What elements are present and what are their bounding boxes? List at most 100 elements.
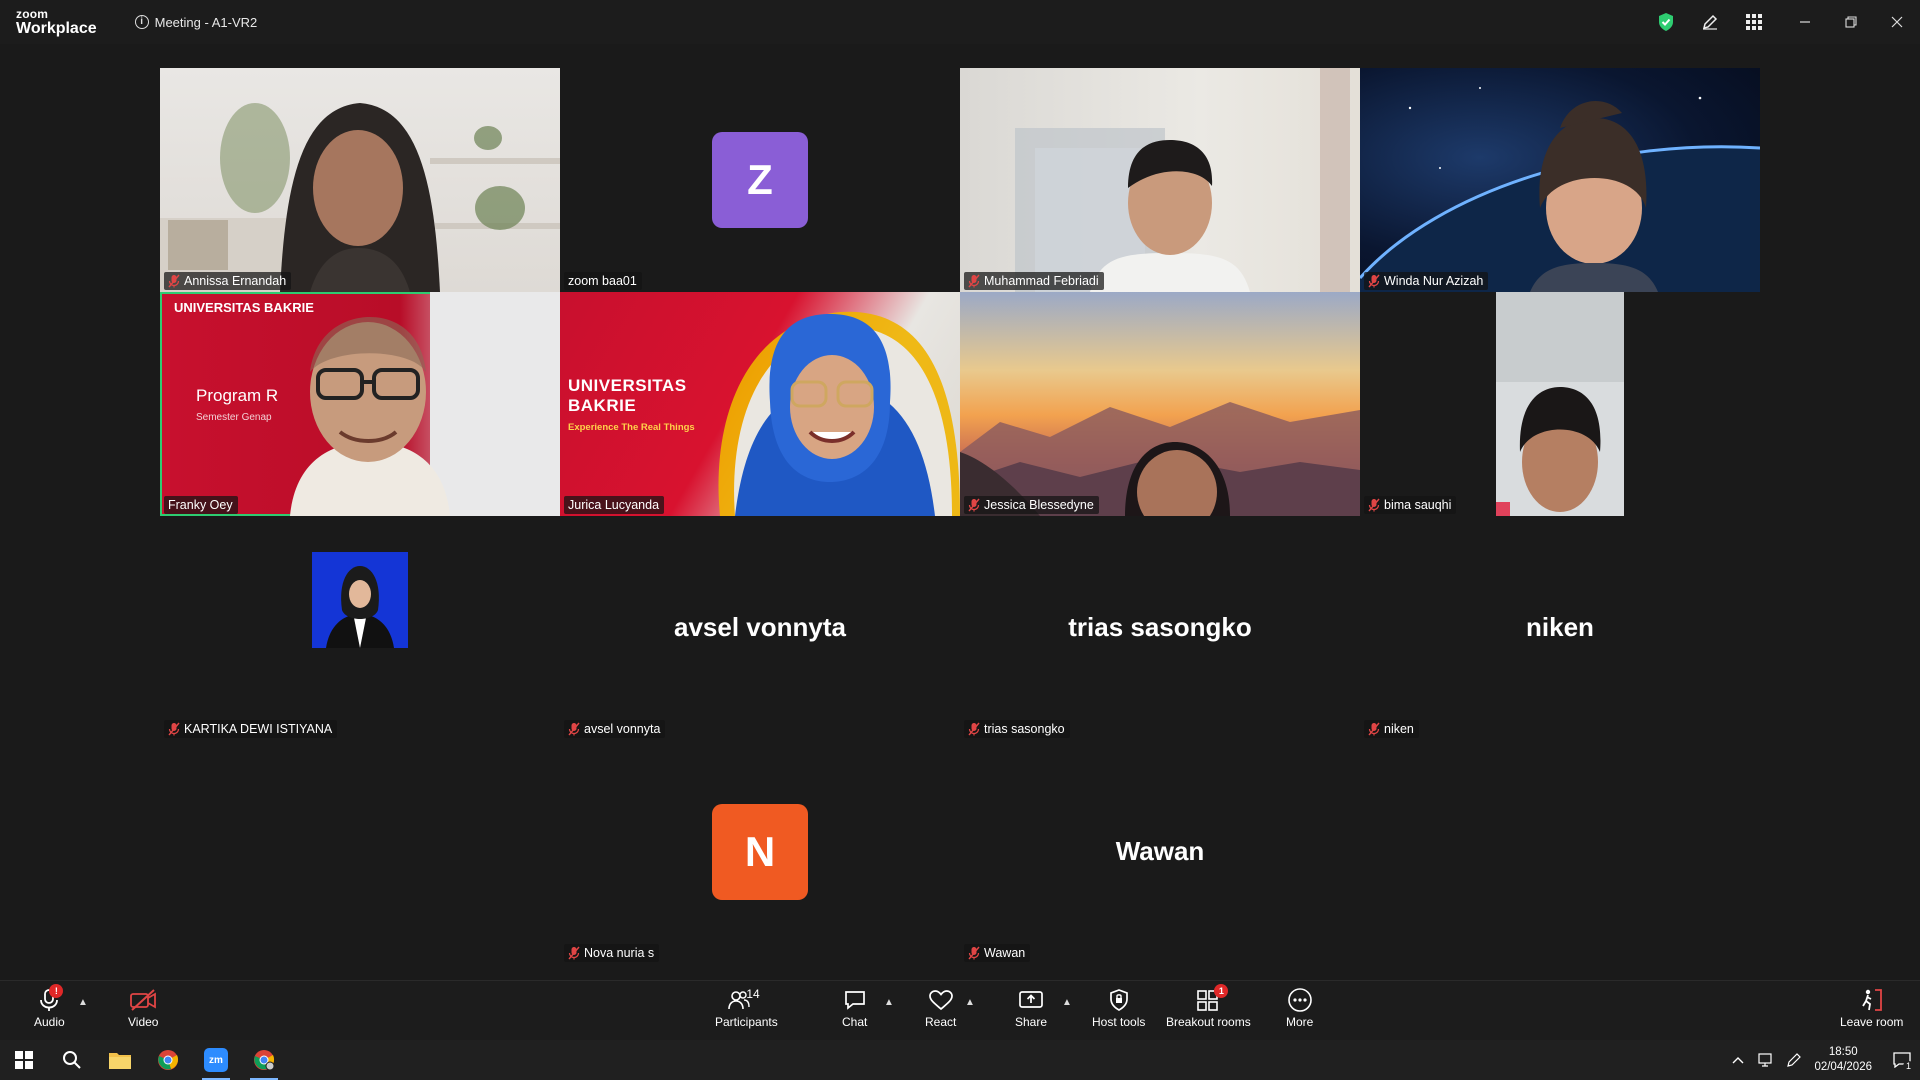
participant-name: zoom baa01 [568, 274, 637, 288]
participant-tile-muhammad[interactable]: Muhammad Febriadi [960, 68, 1360, 292]
logo-line1: zoom [16, 6, 49, 21]
participant-display-name: trias sasongko [1068, 612, 1252, 642]
mic-muted-icon [968, 722, 980, 736]
react-button[interactable]: React [925, 987, 956, 1029]
zoom-logo: zoom Workplace [16, 8, 97, 37]
taskbar-clock[interactable]: 18:50 02/04/2026 [1814, 1045, 1872, 1075]
audio-warning-badge: ! [49, 984, 64, 998]
participant-tile-wawan[interactable]: Wawan Wawan [960, 740, 1360, 964]
clock-date: 02/04/2026 [1814, 1061, 1872, 1073]
audio-label: Audio [34, 1015, 65, 1029]
restore-button[interactable] [1828, 0, 1874, 44]
participant-name-tag: Winda Nur Azizah [1364, 272, 1489, 290]
shield-icon [1108, 987, 1130, 1013]
host-tools-label: Host tools [1092, 1015, 1146, 1029]
apps-grid-icon[interactable] [1732, 0, 1776, 44]
host-tools-button[interactable]: Host tools [1092, 987, 1145, 1029]
participant-tile-franky[interactable]: UNIVERSITAS BAKRIE Program R Semester Ge… [160, 292, 560, 516]
windows-start-button[interactable] [0, 1040, 48, 1080]
mic-muted-icon [1368, 722, 1380, 736]
chat-icon [843, 987, 867, 1013]
file-explorer-icon[interactable] [96, 1040, 144, 1080]
title-bar: zoom Workplace i Meeting - A1-VR2 [0, 0, 1920, 44]
participant-name-tag: KARTIKA DEWI ISTIYANA [164, 720, 338, 738]
video-feed [960, 402, 1360, 516]
annotate-pencil-icon[interactable] [1688, 0, 1732, 44]
participant-name: bima sauqhi [1384, 498, 1452, 512]
participant-tile-avsel[interactable]: avsel vonnyta avsel vonnyta [560, 516, 960, 740]
meeting-info-button[interactable]: i Meeting - A1-VR2 [134, 14, 258, 30]
breakout-rooms-button[interactable]: 1 Breakout rooms [1166, 984, 1251, 1029]
share-options-caret[interactable]: ▲ [1062, 997, 1072, 1008]
chrome-profile-icon[interactable] [240, 1040, 288, 1080]
logo-line2: Workplace [16, 19, 97, 37]
security-shield-icon[interactable] [1644, 0, 1688, 44]
system-tray: 18:50 02/04/2026 1 [1724, 1040, 1920, 1080]
participant-name-tag: Nova nuria s [564, 944, 660, 962]
share-button[interactable]: Share [1015, 987, 1047, 1029]
meeting-controls: ! Audio ▲ Video 14 Participants Chat ▲ R… [0, 980, 1920, 1040]
video-gallery: Annissa Ernandah Z zoom baa01 Muhammad F… [0, 44, 1920, 980]
pen-icon[interactable] [1780, 1040, 1808, 1080]
background-title: Program R [196, 386, 279, 405]
participant-name: avsel vonnyta [584, 722, 661, 736]
chrome-icon[interactable] [144, 1040, 192, 1080]
participant-name: niken [1384, 722, 1414, 736]
video-label: Video [128, 1015, 159, 1029]
participant-tile-zoom-baa01[interactable]: Z zoom baa01 [560, 68, 960, 292]
more-button[interactable]: More [1286, 987, 1313, 1029]
participant-tile-nova[interactable]: N Nova nuria s [560, 740, 960, 964]
info-icon: i [134, 15, 149, 29]
participant-tile-kartika[interactable]: KARTIKA DEWI ISTIYANA [160, 516, 560, 740]
participant-tile-winda[interactable]: Winda Nur Azizah [1360, 68, 1760, 292]
participant-name: trias sasongko [984, 722, 1065, 736]
audio-options-caret[interactable]: ▲ [78, 997, 88, 1008]
background-logo: UNIVERSITAS BAKRIE [174, 300, 314, 315]
mic-muted-icon [168, 274, 180, 288]
video-off-icon [129, 987, 157, 1013]
video-button[interactable]: Video [128, 987, 158, 1029]
participant-tile-niken[interactable]: niken niken [1360, 516, 1760, 740]
meeting-title: Meeting - A1-VR2 [154, 14, 258, 30]
react-options-caret[interactable]: ▲ [965, 997, 975, 1008]
network-icon[interactable] [1752, 1040, 1780, 1080]
audio-button[interactable]: ! Audio [34, 984, 65, 1029]
background-title-line2: BAKRIE [568, 396, 637, 415]
participant-tile-bima[interactable]: bima sauqhi [1360, 292, 1760, 516]
breakout-rooms-badge: 1 [1214, 984, 1229, 998]
profile-photo [312, 552, 408, 648]
zoom-app-icon[interactable]: zm [192, 1040, 240, 1080]
participant-name-tag: Muhammad Febriadi [964, 272, 1104, 290]
participant-name-tag: zoom baa01 [564, 272, 642, 290]
participant-name: Jurica Lucyanda [568, 498, 660, 512]
participant-name: KARTIKA DEWI ISTIYANA [184, 722, 333, 736]
close-button[interactable] [1874, 0, 1920, 44]
participant-tile-jessica[interactable]: Jessica Blessedyne [960, 292, 1360, 516]
leave-room-button[interactable]: Leave room [1840, 987, 1903, 1029]
participant-name: Wawan [984, 946, 1026, 960]
mic-icon: ! [39, 984, 64, 1013]
video-feed [1360, 87, 1760, 292]
participant-tile-trias[interactable]: trias sasongko trias sasongko [960, 516, 1360, 740]
chat-label: Chat [842, 1015, 868, 1029]
chat-button[interactable]: Chat [842, 987, 867, 1029]
more-dots-icon [1287, 987, 1313, 1013]
mic-muted-icon [968, 498, 980, 512]
notifications-icon[interactable]: 1 [1884, 1040, 1920, 1080]
participant-name-tag: Jessica Blessedyne [964, 496, 1099, 514]
participant-tile-jurica[interactable]: UNIVERSITAS BAKRIE Experience The Real T… [560, 292, 960, 516]
minimize-button[interactable] [1782, 0, 1828, 44]
participant-name-tag: avsel vonnyta [564, 720, 666, 738]
search-icon[interactable] [48, 1040, 96, 1080]
participant-tile-annissa[interactable]: Annissa Ernandah [160, 68, 560, 292]
heart-icon [928, 987, 954, 1013]
background-title-line1: UNIVERSITAS [568, 376, 687, 395]
chat-options-caret[interactable]: ▲ [884, 997, 894, 1008]
video-feed [1015, 68, 1350, 292]
participant-name-tag: Jurica Lucyanda [564, 496, 665, 514]
breakout-rooms-label: Breakout rooms [1166, 1015, 1251, 1029]
tray-overflow-chevron-icon[interactable] [1724, 1040, 1752, 1080]
participant-name: Annissa Ernandah [184, 274, 287, 288]
windows-taskbar: zm 18:50 02/04/2026 1 [0, 1040, 1920, 1080]
participants-button[interactable]: 14 Participants [715, 987, 778, 1029]
